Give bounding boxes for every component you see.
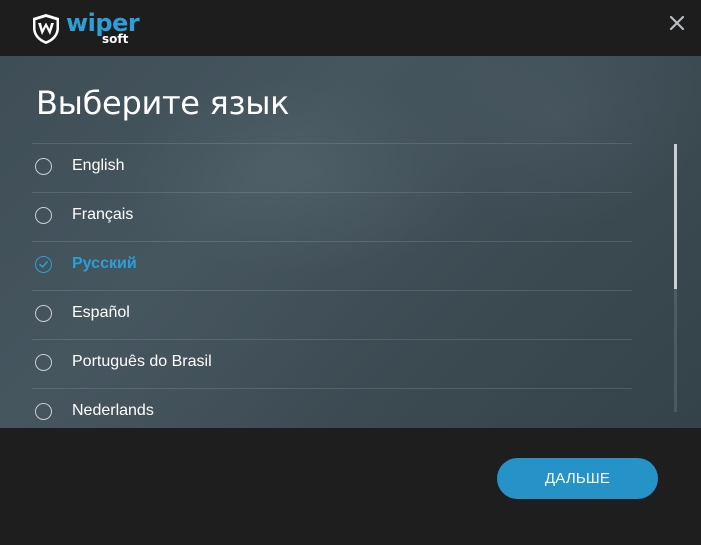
language-item-english[interactable]: English (32, 144, 632, 193)
language-label: Português do Brasil (72, 353, 212, 370)
page-title: Выберите язык (36, 84, 290, 122)
close-icon (669, 15, 685, 31)
wipersoft-logo: wiper soft (32, 9, 140, 47)
language-item-french[interactable]: Français (32, 193, 632, 242)
language-item-spanish[interactable]: Español (32, 291, 632, 340)
language-item-russian[interactable]: Русский (32, 242, 632, 291)
language-label: Français (72, 206, 134, 223)
language-item-portuguese-brazil[interactable]: Português do Brasil (32, 340, 632, 389)
logo-sub-text: soft (102, 32, 129, 46)
radio-button[interactable] (35, 158, 52, 175)
radio-button[interactable] (35, 403, 52, 420)
radio-button[interactable] (35, 305, 52, 322)
scrollbar-thumb[interactable] (674, 144, 677, 289)
next-button[interactable]: ДАЛЬШЕ (497, 458, 658, 499)
language-label-selected: Русский (72, 255, 137, 272)
language-list[interactable]: English Français Русский Español Portugu… (32, 143, 632, 428)
shield-logo-icon (33, 14, 59, 44)
title-bar: wiper soft (0, 0, 701, 56)
logo-wordmark: wiper soft (66, 9, 140, 47)
language-item-dutch[interactable]: Nederlands (32, 389, 632, 428)
language-panel: Выберите язык English Français Русский E… (0, 56, 701, 428)
radio-button[interactable] (35, 354, 52, 371)
radio-button[interactable] (35, 207, 52, 224)
close-button[interactable] (667, 13, 687, 33)
language-label: Nederlands (72, 402, 154, 419)
checkmark-icon (39, 261, 48, 268)
installer-window: wiper soft Выберите язык English Françai… (0, 0, 701, 545)
language-label: English (72, 157, 125, 174)
radio-button-checked[interactable] (35, 256, 52, 273)
scrollbar-track[interactable] (674, 144, 677, 412)
footer-bar: ДАЛЬШЕ (0, 428, 701, 545)
language-label: Español (72, 304, 130, 321)
